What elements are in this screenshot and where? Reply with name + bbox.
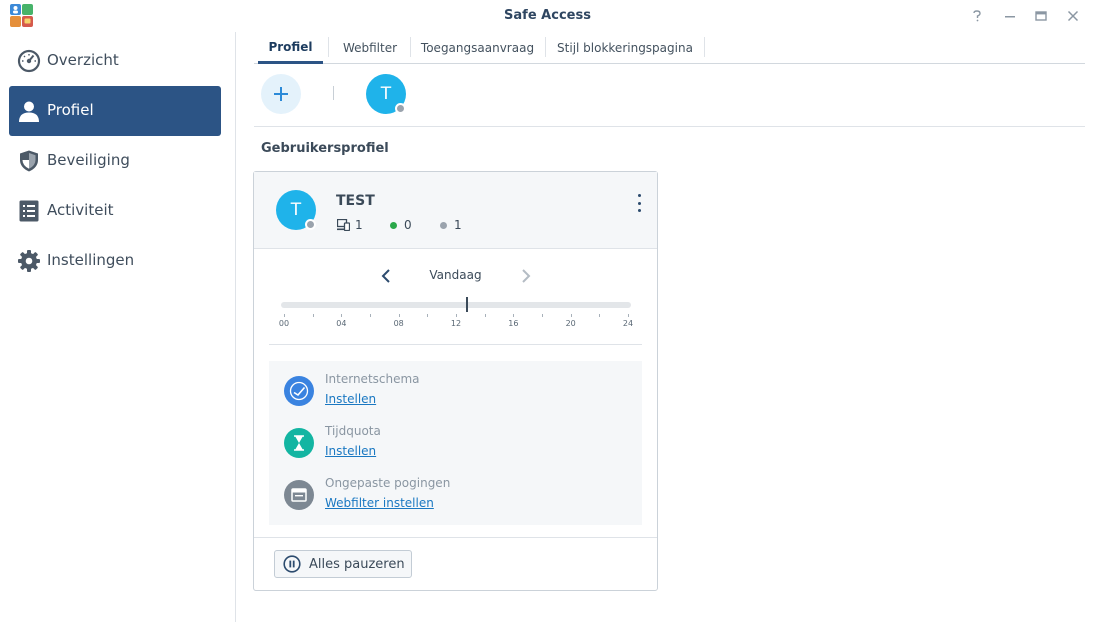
rule-title: Tijdquota: [325, 424, 381, 438]
timeline-tick: [312, 314, 314, 317]
rule-title: Internetschema: [325, 372, 420, 386]
window-title: Safe Access: [504, 8, 591, 23]
section-title: Gebruikersprofiel: [261, 141, 389, 156]
timeline-tick: [570, 314, 572, 317]
card-header: T TEST 1 0 1: [254, 172, 657, 249]
sidebar-item-profiel[interactable]: Profiel: [9, 86, 221, 136]
tab-separator: [704, 37, 705, 57]
help-icon[interactable]: [966, 5, 988, 27]
pause-all-button[interactable]: Alles pauzeren: [274, 550, 412, 578]
avatar: T: [276, 190, 316, 230]
offline-count: 1: [440, 218, 462, 232]
profile-avatar-test[interactable]: T: [366, 74, 406, 114]
clock-icon: [284, 376, 314, 406]
offline-count-value: 1: [454, 218, 462, 232]
online-count-value: 0: [404, 218, 412, 232]
maximize-icon[interactable]: [1030, 5, 1052, 27]
timeline-tick: [370, 314, 371, 317]
date-navigator: Vandaag: [254, 266, 657, 286]
rules-panel: Internetschema Instellen Tijdquota Inste…: [269, 361, 642, 525]
date-label: Vandaag: [429, 268, 482, 282]
timeline-tick: [542, 314, 543, 317]
tab-stijl-blokkeringspagina[interactable]: Stijl blokkeringspagina: [546, 32, 704, 63]
online-dot: [390, 221, 397, 229]
minimize-icon[interactable]: [999, 5, 1021, 27]
webfilter-instellen-link[interactable]: Webfilter instellen: [325, 496, 434, 510]
sidebar-item-label: Profiel: [47, 101, 94, 119]
sidebar: Overzicht Profiel Beveiliging Activiteit: [0, 32, 236, 622]
more-options-icon[interactable]: [634, 194, 644, 212]
internetschema-instellen-link[interactable]: Instellen: [325, 392, 376, 406]
strip-separator: [333, 86, 334, 100]
timeline-tick: [427, 314, 429, 317]
timeline-label: 04: [336, 319, 347, 328]
pause-icon: [283, 555, 301, 573]
offline-status-dot: [305, 219, 316, 230]
sidebar-item-activiteit[interactable]: Activiteit: [9, 186, 221, 236]
device-count: 1: [337, 218, 363, 232]
tab-webfilter[interactable]: Webfilter: [329, 32, 411, 63]
rule-title: Ongepaste pogingen: [325, 476, 451, 490]
avatar-initial: T: [290, 200, 302, 220]
plus-icon: [274, 87, 288, 101]
tijdquota-instellen-link[interactable]: Instellen: [325, 444, 376, 458]
tab-toegangsaanvraag[interactable]: Toegangsaanvraag: [411, 32, 544, 63]
hourglass-icon: [284, 428, 314, 458]
shield-icon: [20, 150, 38, 172]
pause-all-label: Alles pauzeren: [309, 556, 405, 572]
timeline-tick: [398, 314, 400, 317]
add-profile-button[interactable]: [261, 74, 301, 114]
timeline-label: 00: [278, 319, 290, 328]
timeline-tick: [513, 314, 515, 317]
sidebar-item-overzicht[interactable]: Overzicht: [9, 36, 221, 86]
timeline-tick: [341, 314, 343, 317]
devices-icon: [337, 219, 350, 231]
tab-bar: Profiel Webfilter Toegangsaanvraag Stijl…: [254, 32, 1085, 64]
timeline-label: 24: [622, 319, 634, 328]
divider: [269, 344, 642, 345]
timeline-label: 08: [393, 319, 404, 328]
sidebar-item-label: Beveiliging: [47, 151, 130, 169]
current-time-marker: [466, 297, 469, 312]
sidebar-item-label: Instellingen: [47, 251, 135, 269]
divider: [254, 537, 657, 538]
offline-dot: [440, 221, 447, 229]
device-count-value: 1: [355, 218, 363, 232]
gauge-icon: [17, 49, 41, 73]
avatar-initial: T: [380, 84, 392, 104]
sidebar-item-label: Activiteit: [47, 201, 114, 219]
close-icon[interactable]: [1062, 5, 1084, 27]
profile-name: TEST: [336, 193, 375, 209]
timeline-tick: [628, 314, 629, 317]
online-count: 0: [390, 218, 412, 232]
divider: [254, 126, 1085, 127]
usage-timeline: 00 04 08 12 16 20 24: [279, 297, 633, 332]
timeline-label: 20: [565, 319, 576, 328]
sidebar-item-label: Overzicht: [47, 51, 119, 69]
timeline-label: 16: [508, 319, 519, 328]
browser-window-icon: [284, 480, 314, 510]
list-icon: [19, 200, 39, 222]
rule-ongepaste-pogingen: Ongepaste pogingen Webfilter instellen: [284, 476, 624, 516]
title-bar: Safe Access: [0, 0, 1095, 32]
user-icon: [19, 101, 39, 122]
timeline-label: 12: [450, 319, 462, 328]
chevron-right-icon[interactable]: [518, 267, 534, 285]
rule-tijdquota: Tijdquota Instellen: [284, 424, 624, 464]
timeline-tick: [456, 314, 457, 317]
gear-icon: [18, 250, 40, 272]
tab-profiel[interactable]: Profiel: [258, 32, 323, 64]
sidebar-item-instellingen[interactable]: Instellingen: [9, 236, 221, 286]
sidebar-item-beveiliging[interactable]: Beveiliging: [9, 136, 221, 186]
timeline-tick: [284, 314, 285, 317]
rule-internetschema: Internetschema Instellen: [284, 372, 624, 412]
profile-card: T TEST 1 0 1 Vandaag 0004081216202: [253, 171, 658, 591]
timeline-tick: [599, 314, 601, 317]
offline-status-dot: [395, 103, 406, 114]
timeline-track: [281, 302, 631, 308]
timeline-tick: [484, 314, 486, 317]
